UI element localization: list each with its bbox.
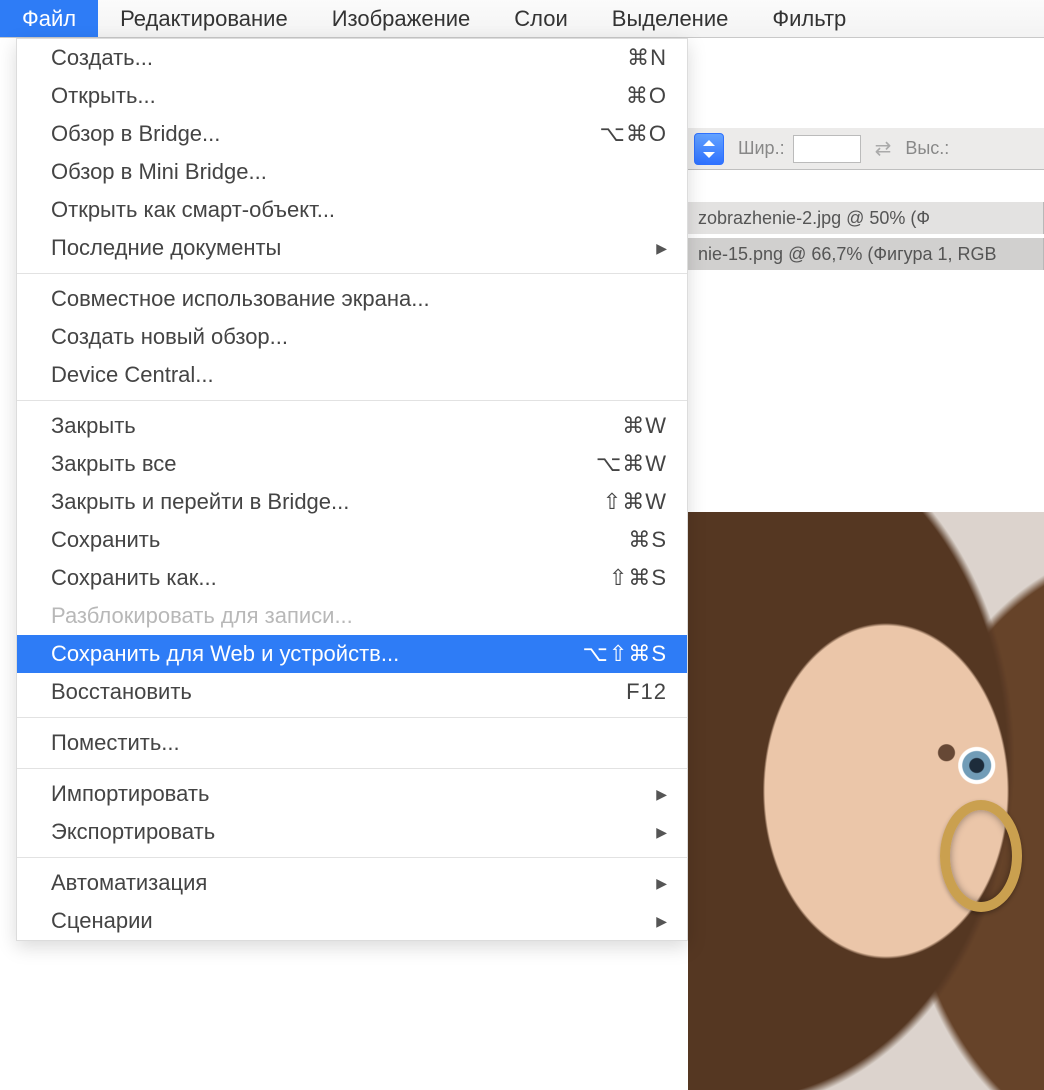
menu-item[interactable]: Экспортировать▶	[17, 813, 687, 851]
submenu-arrow-icon: ▶	[656, 824, 667, 841]
submenu-arrow-icon: ▶	[656, 913, 667, 930]
menu-item[interactable]: Закрыть все⌥⌘W	[17, 445, 687, 483]
menu-item-label: Создать...	[51, 45, 627, 71]
menu-item-label: Закрыть все	[51, 451, 596, 477]
menu-item[interactable]: Создать...⌘N	[17, 39, 687, 77]
menu-separator	[17, 400, 687, 401]
menu-item-label: Создать новый обзор...	[51, 324, 667, 350]
menu-item-label: Автоматизация	[51, 870, 656, 896]
file-menu-dropdown: Создать...⌘NОткрыть...⌘OОбзор в Bridge..…	[16, 38, 688, 941]
menu-item-shortcut: ⌘S	[628, 527, 667, 553]
menu-item-shortcut: ⌥⌘W	[596, 451, 667, 477]
menu-item-shortcut: ⇧⌘S	[609, 565, 667, 591]
menu-item-label: Сохранить	[51, 527, 628, 553]
menu-item-label: Импортировать	[51, 781, 656, 807]
menu-item-label: Последние документы	[51, 235, 656, 261]
menu-выделение[interactable]: Выделение	[590, 0, 751, 37]
canvas-image-detail	[940, 800, 1022, 912]
menu-item[interactable]: Device Central...	[17, 356, 687, 394]
menu-item-label: Обзор в Mini Bridge...	[51, 159, 667, 185]
menu-item-label: Открыть как смарт-объект...	[51, 197, 667, 223]
menu-item-shortcut: ⌘W	[622, 413, 667, 439]
menu-item[interactable]: Импортировать▶	[17, 775, 687, 813]
menu-item[interactable]: Создать новый обзор...	[17, 318, 687, 356]
menu-item-label: Закрыть и перейти в Bridge...	[51, 489, 603, 515]
menu-item-label: Разблокировать для записи...	[51, 603, 667, 629]
menu-item-shortcut: ⌘O	[626, 83, 667, 109]
stepper-control[interactable]	[694, 133, 724, 165]
menu-item-shortcut: ⌥⌘O	[600, 121, 667, 147]
menu-слои[interactable]: Слои	[492, 0, 590, 37]
menu-item[interactable]: Открыть...⌘O	[17, 77, 687, 115]
submenu-arrow-icon: ▶	[656, 875, 667, 892]
menu-item[interactable]: Последние документы▶	[17, 229, 687, 267]
menu-separator	[17, 857, 687, 858]
menu-item-shortcut: ⌘N	[627, 45, 667, 71]
menu-item-label: Восстановить	[51, 679, 626, 705]
menu-item[interactable]: Открыть как смарт-объект...	[17, 191, 687, 229]
swap-icon[interactable]: ⇄	[875, 136, 892, 161]
menu-item-label: Совместное использование экрана...	[51, 286, 667, 312]
menu-item[interactable]: Закрыть и перейти в Bridge...⇧⌘W	[17, 483, 687, 521]
menu-separator	[17, 717, 687, 718]
menu-item[interactable]: Сохранить как...⇧⌘S	[17, 559, 687, 597]
submenu-arrow-icon: ▶	[656, 240, 667, 257]
tab-label: zobrazhenie-2.jpg @ 50% (Ф	[698, 208, 930, 229]
menu-фильтр[interactable]: Фильтр	[750, 0, 868, 37]
menu-item-label: Сохранить как...	[51, 565, 609, 591]
menu-item[interactable]: Сохранить⌘S	[17, 521, 687, 559]
menu-item: Разблокировать для записи...	[17, 597, 687, 635]
menu-item-label: Поместить...	[51, 730, 667, 756]
menu-item[interactable]: Закрыть⌘W	[17, 407, 687, 445]
tab-label: nie-15.png @ 66,7% (Фигура 1, RGB	[698, 244, 997, 265]
menu-separator	[17, 273, 687, 274]
menu-item[interactable]: Автоматизация▶	[17, 864, 687, 902]
document-tab-1[interactable]: zobrazhenie-2.jpg @ 50% (Ф	[688, 202, 1044, 234]
menu-separator	[17, 768, 687, 769]
menu-item[interactable]: Сценарии▶	[17, 902, 687, 940]
menu-item-label: Открыть...	[51, 83, 626, 109]
menu-item[interactable]: Сохранить для Web и устройств...⌥⇧⌘S	[17, 635, 687, 673]
width-label: Шир.:	[738, 138, 785, 159]
document-tab-2[interactable]: nie-15.png @ 66,7% (Фигура 1, RGB	[688, 238, 1044, 270]
menu-item-label: Сценарии	[51, 908, 656, 934]
menu-item[interactable]: Обзор в Mini Bridge...	[17, 153, 687, 191]
options-bar: Шир.: ⇄ Выс.:	[688, 128, 1044, 170]
menu-item-label: Device Central...	[51, 362, 667, 388]
canvas-area-blank	[688, 272, 1044, 512]
menu-item-shortcut: F12	[626, 679, 667, 705]
menu-item[interactable]: ВосстановитьF12	[17, 673, 687, 711]
menu-item-label: Сохранить для Web и устройств...	[51, 641, 583, 667]
menu-item-shortcut: ⌥⇧⌘S	[583, 641, 667, 667]
menu-item-label: Экспортировать	[51, 819, 656, 845]
menu-item-label: Обзор в Bridge...	[51, 121, 600, 147]
width-input[interactable]	[793, 135, 861, 163]
submenu-arrow-icon: ▶	[656, 786, 667, 803]
menu-изображение[interactable]: Изображение	[310, 0, 493, 37]
menu-редактирование[interactable]: Редактирование	[98, 0, 310, 37]
menu-item[interactable]: Поместить...	[17, 724, 687, 762]
menubar: ФайлРедактированиеИзображениеСлоиВыделен…	[0, 0, 1044, 38]
menu-item-shortcut: ⇧⌘W	[603, 489, 667, 515]
menu-item[interactable]: Обзор в Bridge...⌥⌘O	[17, 115, 687, 153]
height-label: Выс.:	[905, 138, 949, 159]
menu-файл[interactable]: Файл	[0, 0, 98, 37]
menu-item[interactable]: Совместное использование экрана...	[17, 280, 687, 318]
menu-item-label: Закрыть	[51, 413, 622, 439]
